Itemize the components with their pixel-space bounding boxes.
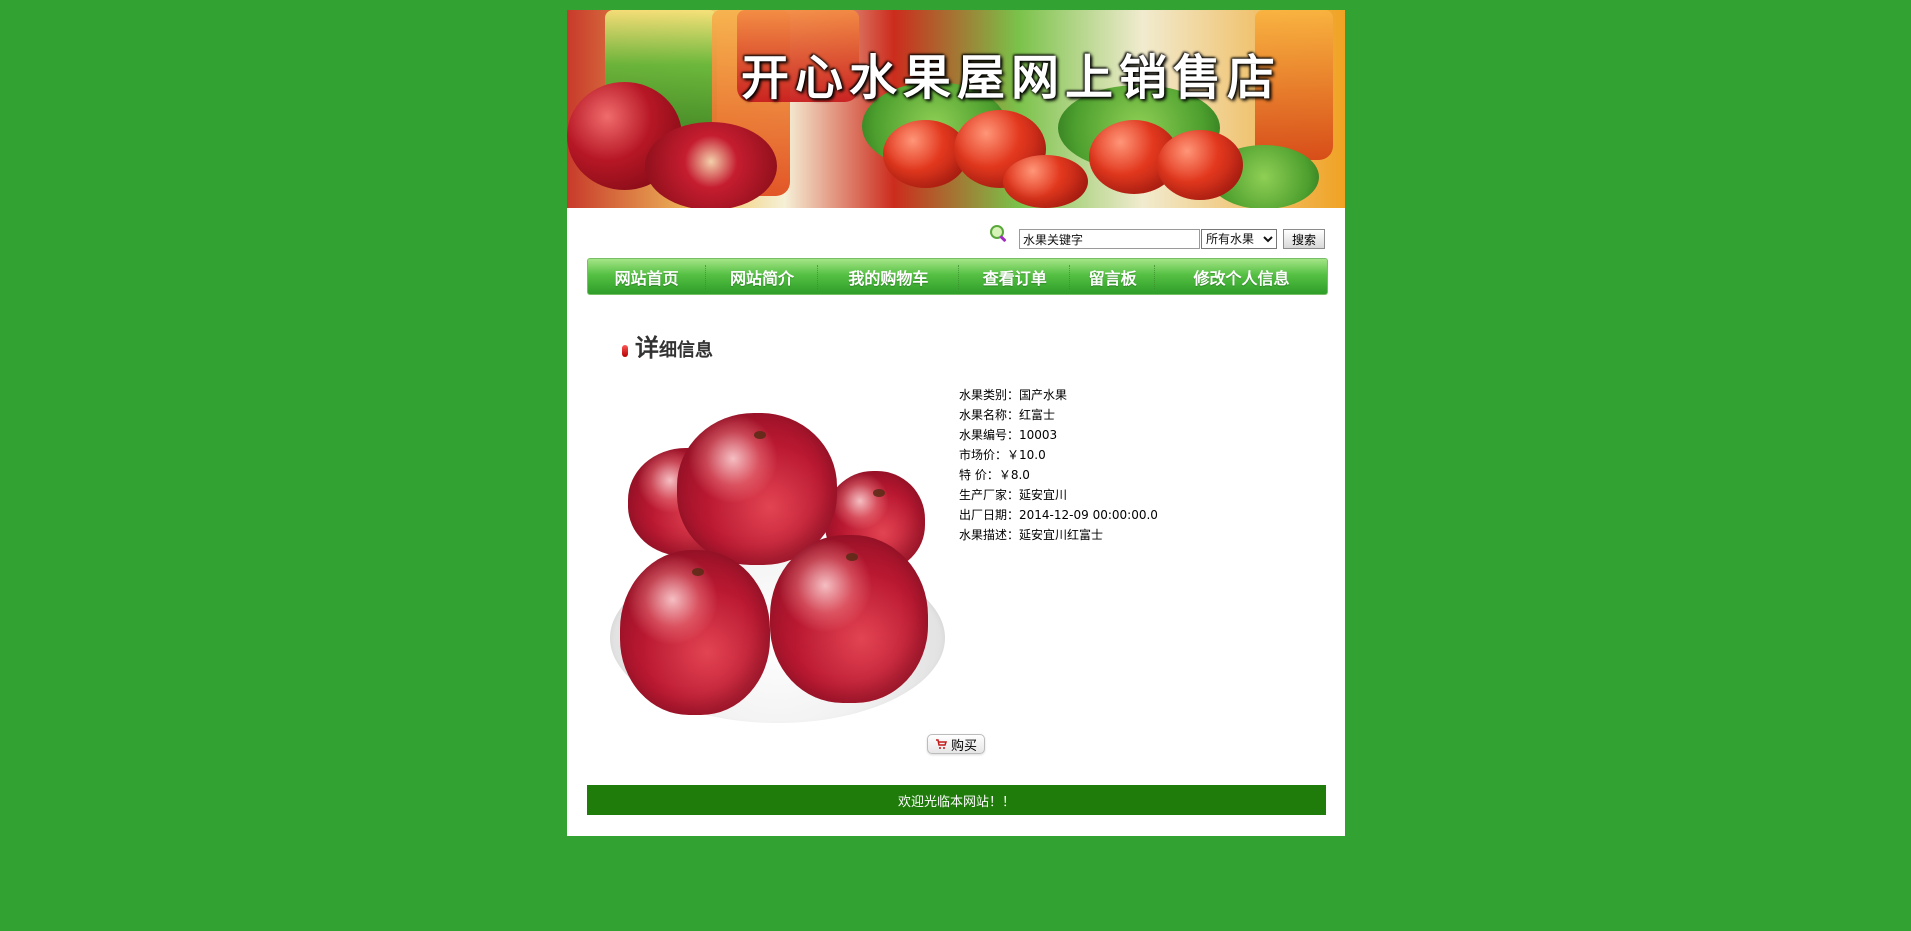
detail-label: 水果描述：: [959, 528, 1020, 542]
buy-button[interactable]: 购买: [927, 734, 985, 754]
detail-value: 红富士: [1019, 408, 1056, 422]
detail-value: 2014-12-09 00:00:00.0: [1019, 508, 1158, 522]
detail-row-production-date: 出厂日期： 2014-12-09 00:00:00.0: [959, 505, 1158, 525]
nav-divider: [1069, 264, 1071, 289]
detail-label: 生产厂家：: [959, 488, 1020, 502]
nav-home[interactable]: 网站首页: [588, 259, 705, 294]
nav-edit-profile[interactable]: 修改个人信息: [1156, 259, 1327, 294]
banner-title: 开心水果屋网上销售店: [741, 50, 1282, 106]
page-container: 开心水果屋网上销售店 所有水果 搜索 网站首页 网站简介 我的购物车 查看订单 …: [567, 10, 1345, 836]
detail-row-manufacturer: 生产厂家： 延安宜川: [959, 485, 1158, 505]
search-bar: 所有水果 搜索: [987, 221, 1327, 251]
apple-image: [620, 550, 770, 715]
site-banner: 开心水果屋网上销售店: [567, 10, 1345, 208]
buy-button-label: 购买: [950, 737, 977, 753]
detail-label: 水果编号：: [959, 428, 1020, 442]
section-title-rest: 细信息: [659, 340, 713, 361]
detail-row-special-price: 特 价： ￥8.0: [959, 465, 1158, 485]
product-details: 水果类别： 国产水果 水果名称： 红富士 水果编号： 10003 市场价： ￥1…: [959, 385, 1158, 545]
nav-orders[interactable]: 查看订单: [960, 259, 1069, 294]
detail-label: 出厂日期：: [959, 508, 1020, 522]
cart-icon: [935, 739, 947, 749]
detail-value: 10003: [1019, 428, 1058, 442]
detail-row-id: 水果编号： 10003: [959, 425, 1158, 445]
pomegranate-half-image: [645, 122, 777, 208]
detail-row-market-price: 市场价： ￥10.0: [959, 445, 1158, 465]
nav-cart[interactable]: 我的购物车: [819, 259, 958, 294]
nav-divider: [705, 264, 707, 289]
search-icon: [990, 225, 1007, 242]
detail-value: ￥10.0: [1007, 448, 1046, 462]
detail-value: 延安宜川: [1019, 488, 1068, 502]
detail-row-name: 水果名称： 红富士: [959, 405, 1158, 425]
nav-divider: [1153, 264, 1156, 289]
section-title-first-character: 详: [635, 334, 659, 362]
detail-label: 水果类别：: [959, 388, 1020, 402]
section-title: 详 细信息: [622, 328, 713, 363]
footer: 欢迎光临本网站！！: [587, 785, 1326, 815]
tomato-image: [1003, 155, 1088, 208]
nav-message-board[interactable]: 留言板: [1071, 259, 1154, 294]
apple-image: [770, 535, 928, 703]
tomato-image: [1157, 130, 1243, 200]
category-select[interactable]: 所有水果: [1201, 229, 1277, 249]
search-input[interactable]: [1019, 229, 1200, 249]
detail-label: 特 价：: [959, 468, 999, 482]
detail-value: 国产水果: [1019, 388, 1068, 402]
red-pill-icon: [622, 345, 628, 357]
main-navigation: 网站首页 网站简介 我的购物车 查看订单 留言板 修改个人信息: [587, 258, 1328, 295]
nav-divider: [816, 264, 819, 289]
detail-label: 市场价：: [959, 448, 1008, 462]
product-image: [610, 403, 945, 723]
detail-row-category: 水果类别： 国产水果: [959, 385, 1158, 405]
nav-divider: [958, 264, 960, 289]
detail-row-description: 水果描述： 延安宜川红富士: [959, 525, 1158, 545]
detail-label: 水果名称：: [959, 408, 1020, 422]
search-button[interactable]: 搜索: [1283, 229, 1325, 249]
nav-about[interactable]: 网站简介: [707, 259, 816, 294]
detail-value: ￥8.0: [998, 468, 1030, 482]
detail-value: 延安宜川红富士: [1019, 528, 1104, 542]
